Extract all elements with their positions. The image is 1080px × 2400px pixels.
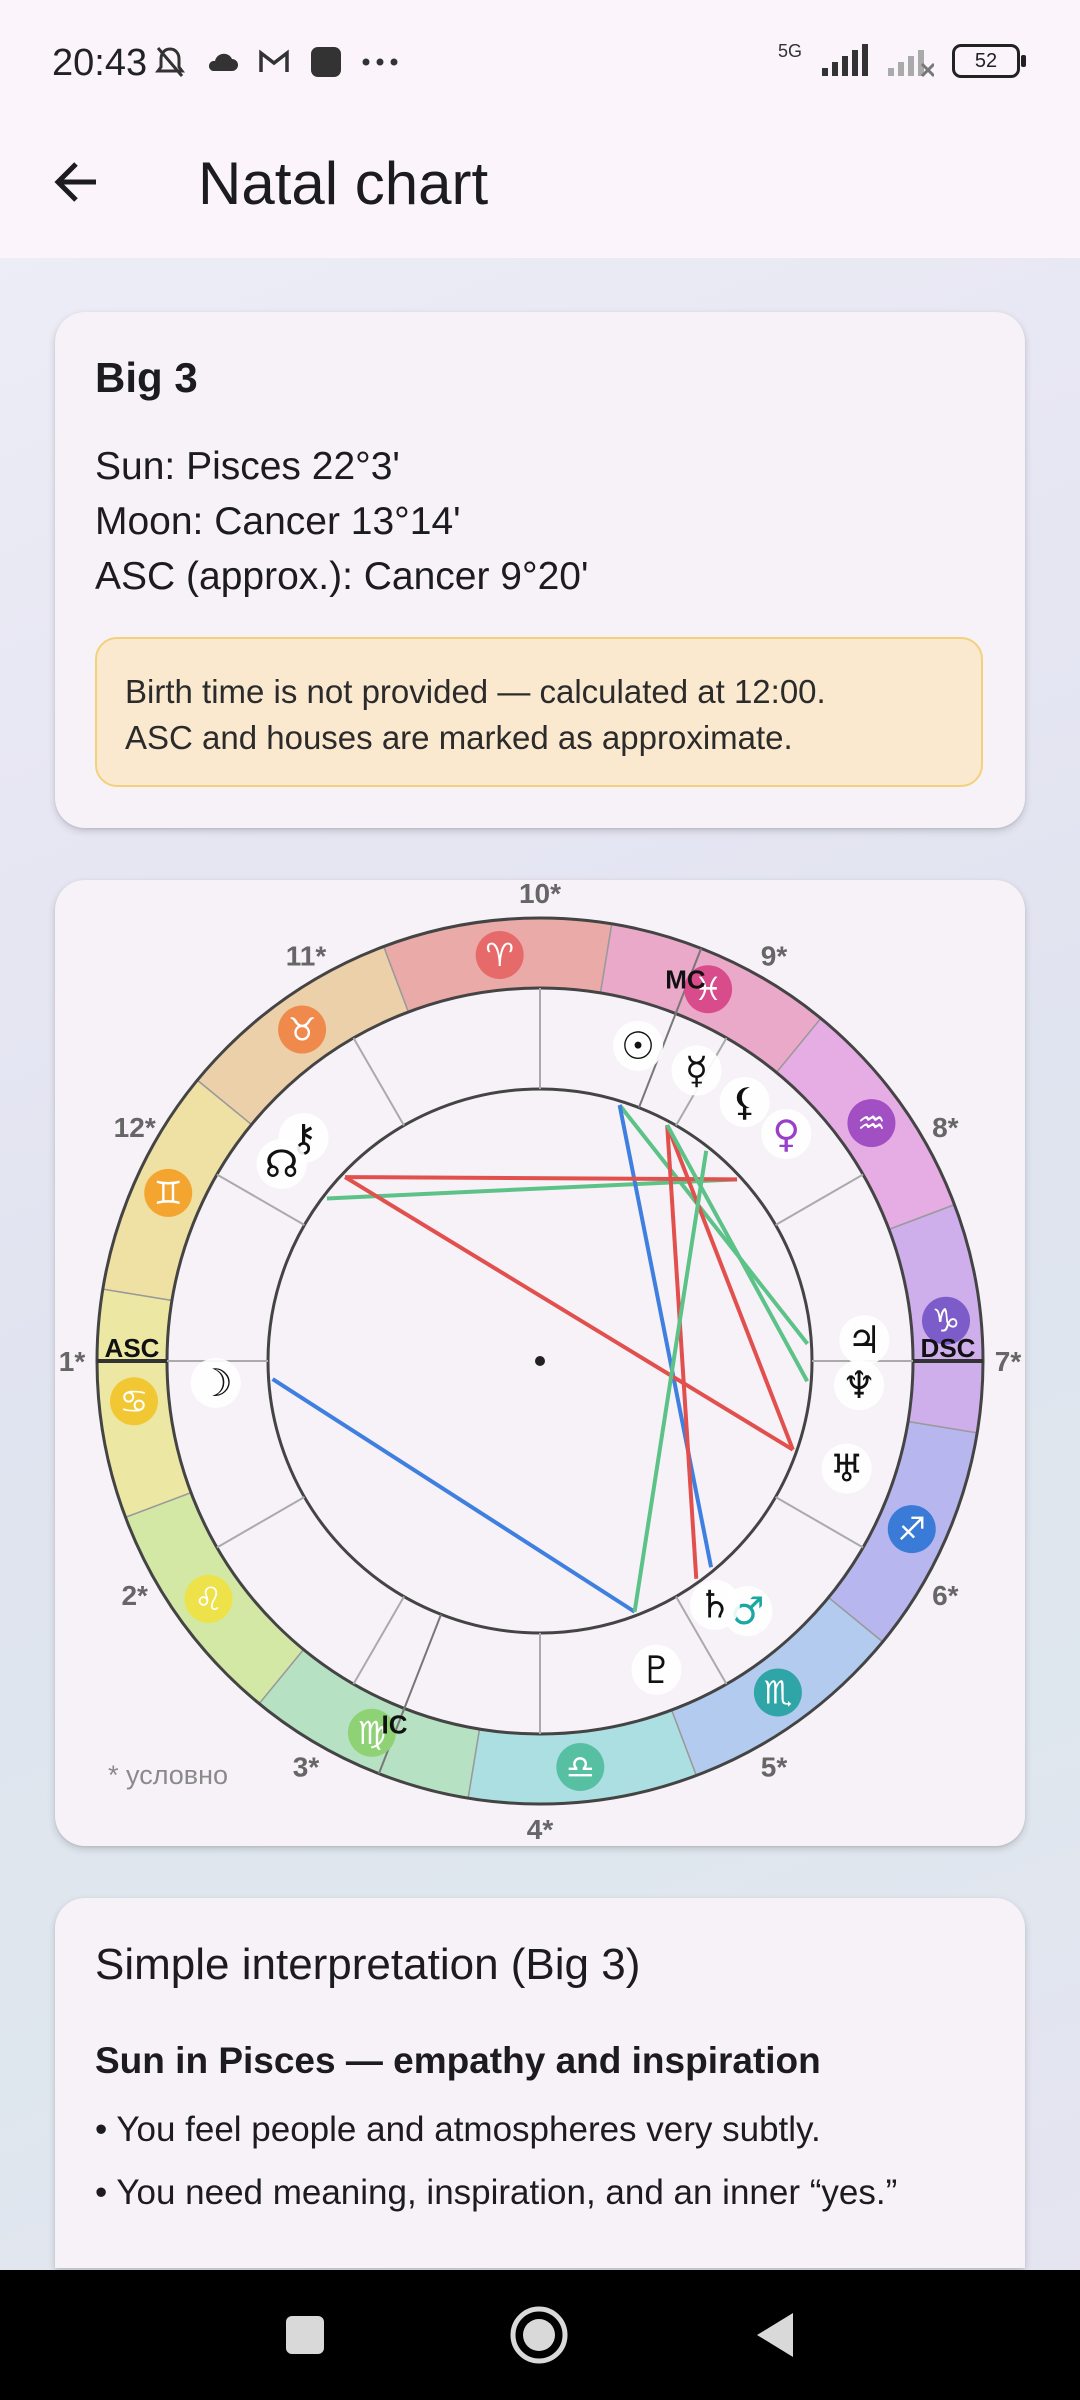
house-label-9: 9*	[761, 941, 788, 972]
battery-icon: 52	[952, 44, 1026, 78]
sign-aries-glyph: ♈	[485, 936, 514, 974]
home-button[interactable]	[504, 2300, 574, 2370]
sun-line: Sun: Pisces 22°3'	[95, 445, 400, 488]
circle-icon	[510, 2306, 568, 2364]
big3-card: Big 3 Sun: Pisces 22°3' Moon: Cancer 13°…	[55, 312, 1025, 828]
house-label-3: 3*	[293, 1751, 320, 1782]
gmail-icon	[259, 49, 289, 72]
planet-node-icon: ☊	[265, 1142, 299, 1186]
house-label-10: 10*	[519, 880, 561, 909]
house-label-1: 1*	[59, 1346, 86, 1377]
mute-bell-icon	[155, 47, 185, 77]
status-time: 20:43	[52, 42, 148, 84]
ic-label: IC	[382, 1710, 408, 1740]
interpretation-title: Simple interpretation (Big 3)	[95, 1940, 641, 1989]
planet-pluto-icon: ♇	[639, 1648, 673, 1692]
aspect-line-venus-chiron	[345, 1175, 738, 1182]
network-label: 5G	[777, 40, 802, 61]
house-label-5: 5*	[761, 1751, 788, 1782]
planet-saturn-icon: ♄	[698, 1583, 732, 1627]
page-title: Natal chart	[198, 150, 489, 217]
house-label-2: 2*	[121, 1580, 148, 1611]
birth-time-notice: Birth time is not provided — calculated …	[95, 637, 983, 787]
asc-line: ASC (approx.): Cancer 9°20'	[95, 555, 589, 598]
house-label-8: 8*	[932, 1112, 959, 1143]
sign-taurus-glyph: ♉	[288, 1011, 317, 1049]
notice-line-2: ASC and houses are marked as approximate…	[125, 719, 793, 756]
app-bar: Natal chart	[0, 130, 1080, 258]
sign-libra-glyph: ♎	[566, 1748, 595, 1786]
dsc-label: DSC	[921, 1333, 976, 1363]
system-nav-bar	[0, 2270, 1080, 2400]
notice-line-1: Birth time is not provided — calculated …	[125, 673, 826, 710]
interpretation-card: Simple interpretation (Big 3) Sun in Pis…	[55, 1898, 1025, 2268]
back-button[interactable]	[44, 150, 108, 214]
mc-label: MC	[665, 964, 706, 994]
house-label-4: 4*	[527, 1814, 554, 1845]
planet-sun-icon: ☉	[621, 1024, 655, 1068]
back-nav-button[interactable]	[740, 2300, 810, 2370]
square-icon	[286, 2316, 324, 2354]
planet-lilith-icon: ⚸	[731, 1080, 759, 1124]
triangle-back-icon	[757, 2313, 793, 2357]
app-icon	[311, 47, 341, 77]
planet-mercury-icon: ☿	[685, 1049, 708, 1093]
signal-icon	[822, 44, 868, 76]
status-bar: 20:43 5G 52	[0, 0, 1080, 130]
natal-wheel: 1*2*3*4*5*6*7*8*9*10*11*12* ♈♉♊♋♌♍♎♏♐♑♒♓…	[59, 880, 1022, 1845]
footnote: * условно	[108, 1760, 229, 1790]
bullet-2: • You need meaning, inspiration, and an …	[95, 2173, 898, 2212]
planet-neptune-icon: ♆	[842, 1363, 876, 1407]
planet-jupiter-icon: ♃	[847, 1318, 881, 1362]
house-label-7: 7*	[995, 1346, 1022, 1377]
house-label-6: 6*	[932, 1580, 959, 1611]
planet-venus-icon: ♀	[772, 1112, 800, 1156]
sun-heading: Sun in Pisces — empathy and inspiration	[95, 2040, 821, 2081]
asc-label: ASC	[105, 1333, 160, 1363]
arrow-back-icon	[54, 162, 96, 202]
sign-leo-glyph: ♌	[194, 1580, 223, 1618]
planet-uranus-icon: ♅	[830, 1447, 864, 1491]
planet-moon-icon: ☽	[199, 1361, 233, 1405]
house-label-11: 11*	[286, 941, 327, 972]
natal-chart-card: 1* 2* 3* 4* 5* 6* 7* 8* 9* 10* 11* 12* ♈ ♉ ♊ ♋ ♌ ♍ ♎ ♏ ♐ ♑ ♒ ♓…	[55, 880, 1025, 1846]
house-label-12: 12*	[114, 1112, 156, 1143]
big3-title: Big 3	[95, 354, 198, 401]
sign-gemini-glyph: ♊	[154, 1174, 183, 1212]
cloud-icon	[208, 53, 238, 71]
sign-scorpio-glyph: ♏	[764, 1673, 793, 1711]
sign-sagittarius-glyph: ♐	[897, 1510, 926, 1548]
signal-weak-icon	[888, 50, 934, 78]
chart-center	[535, 1356, 545, 1366]
moon-line: Moon: Cancer 13°14'	[95, 500, 461, 543]
sign-cancer-glyph: ♋	[120, 1382, 149, 1420]
recents-button[interactable]	[270, 2300, 340, 2370]
sign-aquarius-glyph: ♒	[857, 1104, 886, 1142]
bullet-1: • You feel people and atmospheres very s…	[95, 2110, 821, 2149]
more-dots-icon	[362, 58, 398, 66]
